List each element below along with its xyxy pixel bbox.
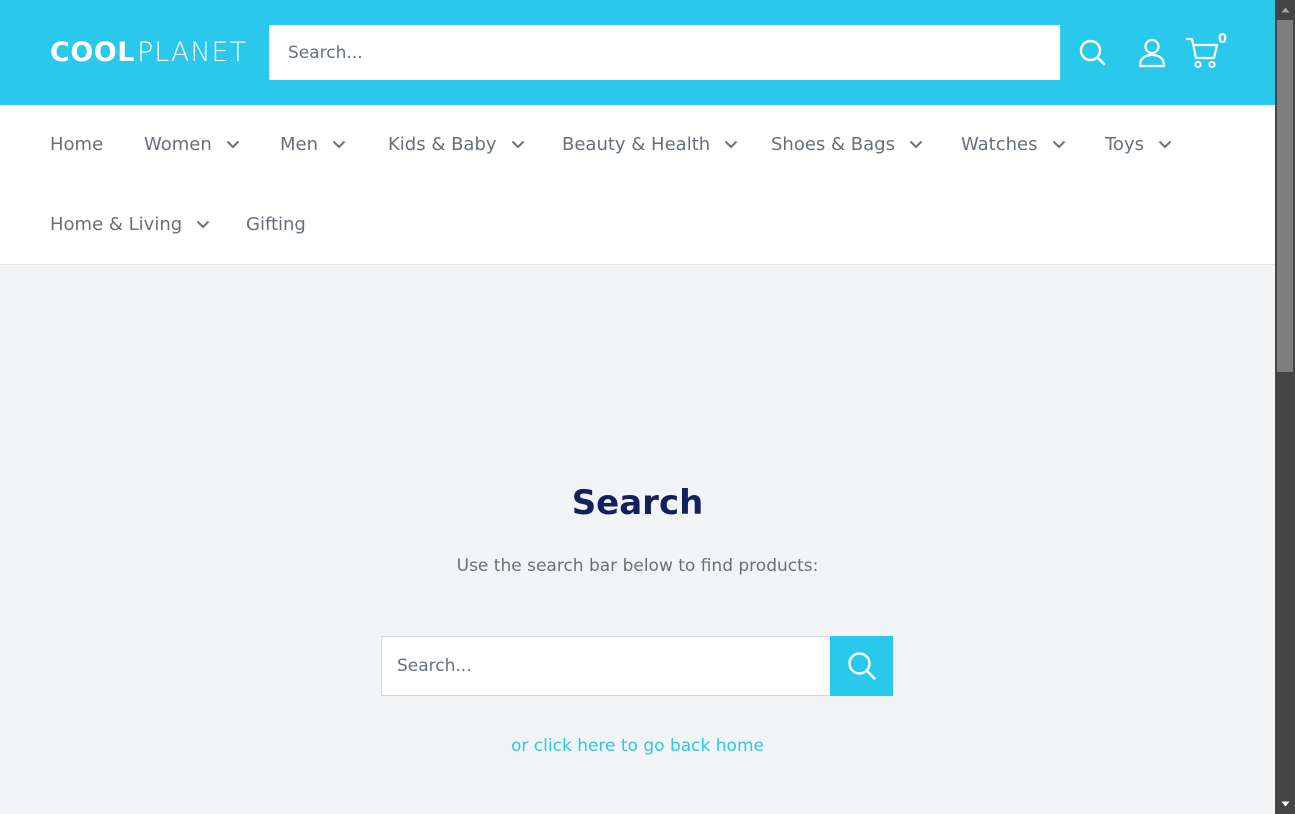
scroll-down-arrow-icon[interactable] bbox=[1275, 794, 1295, 814]
nav-item-label: Home bbox=[50, 133, 104, 155]
nav-item-label: Toys bbox=[1105, 133, 1144, 155]
nav-item-label: Shoes & Bags bbox=[771, 133, 895, 155]
nav-item-women[interactable]: Women bbox=[144, 132, 240, 156]
nav-item-label: Watches bbox=[961, 133, 1038, 155]
vertical-scrollbar[interactable] bbox=[1275, 0, 1295, 814]
logo-light-text: PLANET bbox=[136, 36, 248, 68]
header-search-button[interactable] bbox=[1060, 25, 1124, 80]
main-search-form bbox=[381, 636, 893, 696]
header-bar: COOL PLANET 0 bbox=[0, 0, 1275, 105]
search-icon bbox=[847, 652, 876, 680]
nav-item-watches[interactable]: Watches bbox=[961, 132, 1066, 156]
chevron-down-icon bbox=[724, 140, 738, 149]
nav-item-label: Kids & Baby bbox=[388, 133, 497, 155]
main-search-input[interactable] bbox=[381, 636, 830, 696]
cart-count-badge: 0 bbox=[1218, 32, 1228, 47]
search-icon bbox=[1079, 39, 1106, 66]
page: COOL PLANET 0 bbox=[0, 0, 1275, 814]
user-icon bbox=[1138, 38, 1166, 68]
logo[interactable]: COOL PLANET bbox=[50, 36, 247, 68]
account-button[interactable] bbox=[1136, 36, 1168, 70]
chevron-down-icon bbox=[909, 140, 923, 149]
scroll-up-arrow-icon[interactable] bbox=[1275, 0, 1295, 20]
chevron-down-icon bbox=[511, 140, 525, 149]
page-subtitle: Use the search bar below to find product… bbox=[456, 556, 819, 576]
logo-bold-text: COOL bbox=[50, 36, 135, 68]
nav-item-gifting[interactable]: Gifting bbox=[246, 212, 306, 236]
chevron-down-icon bbox=[196, 220, 210, 229]
nav-item-toys[interactable]: Toys bbox=[1105, 132, 1172, 156]
nav-item-label: Gifting bbox=[246, 213, 306, 235]
back-home-link[interactable]: or click here to go back home bbox=[0, 736, 1275, 756]
nav-item-men[interactable]: Men bbox=[280, 132, 346, 156]
page-title: Search bbox=[571, 483, 704, 523]
chevron-down-icon bbox=[332, 140, 346, 149]
chevron-down-icon bbox=[1158, 140, 1172, 149]
nav-item-home[interactable]: Home bbox=[50, 132, 103, 156]
nav-item-label: Women bbox=[144, 133, 212, 155]
main-navigation: Home Women Men Kids & Baby Beauty & Heal… bbox=[0, 105, 1275, 265]
header-search-input[interactable] bbox=[269, 25, 1060, 80]
chevron-down-icon bbox=[1052, 140, 1066, 149]
nav-item-label: Beauty & Health bbox=[562, 133, 711, 155]
chevron-down-icon bbox=[226, 140, 240, 149]
nav-item-shoes-bags[interactable]: Shoes & Bags bbox=[771, 132, 923, 156]
cart-button[interactable] bbox=[1184, 34, 1222, 72]
nav-item-label: Men bbox=[280, 133, 319, 155]
cart-icon bbox=[1185, 37, 1219, 69]
nav-item-beauty-health[interactable]: Beauty & Health bbox=[562, 132, 738, 156]
header-search-form bbox=[269, 25, 1124, 80]
nav-item-kids-baby[interactable]: Kids & Baby bbox=[388, 132, 525, 156]
nav-item-home-living[interactable]: Home & Living bbox=[50, 212, 210, 236]
nav-item-label: Home & Living bbox=[50, 213, 183, 235]
main-search-button[interactable] bbox=[830, 636, 893, 696]
scrollbar-thumb[interactable] bbox=[1277, 20, 1293, 372]
